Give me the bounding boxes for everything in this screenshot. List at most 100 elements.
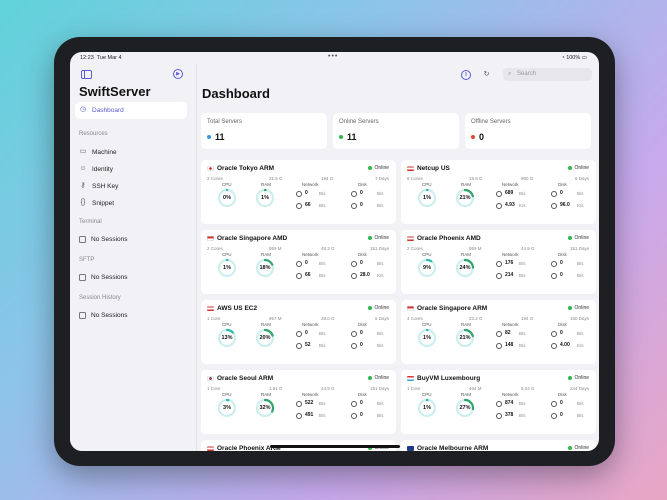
upload-icon: [296, 261, 302, 267]
network-unit: B/s: [319, 190, 326, 196]
flag-us-icon: [407, 236, 414, 241]
stat-value: 11: [207, 132, 225, 142]
cores-value: 1 Core: [207, 386, 221, 391]
ram-label: RAM: [461, 392, 471, 397]
status-badge: Online: [367, 165, 389, 171]
server-name: Oracle Tokyo ARM: [217, 164, 275, 172]
server-card[interactable]: AWS US EC2 Online 1 Core 957 M 28.0 G 6 Days C…: [201, 300, 396, 364]
multitask-dots[interactable]: •••: [328, 53, 338, 60]
cpu-percent: 0%: [223, 195, 231, 201]
disk-io-unit: B/s: [377, 260, 384, 266]
sidebar-item-ssh-key[interactable]: ⚷ SSH Key: [79, 182, 118, 190]
status-text: Online: [374, 165, 389, 171]
home-indicator: [270, 445, 400, 448]
server-card[interactable]: Oracle Singapore AMD Online 2 Cores 959 M 48…: [201, 230, 396, 294]
cores-value: 1 Core: [207, 316, 221, 321]
refresh-icon[interactable]: ↻: [482, 70, 491, 79]
disk-label: Disk: [358, 252, 367, 257]
disk-io-value: 0: [360, 202, 363, 208]
network-upload-value: 0: [305, 190, 308, 196]
status-text: Online: [374, 375, 389, 381]
ram-percent: 18%: [259, 265, 271, 271]
status-badge: Online: [367, 375, 389, 381]
sidebar-toggle-icon[interactable]: [81, 70, 92, 79]
memory-value: 23.4 G: [469, 316, 483, 321]
network-unit: B/s: [519, 190, 526, 196]
cores-value: 2 Cores: [207, 176, 223, 181]
disk-upload-icon: [551, 191, 557, 197]
disk-download-icon: [351, 273, 357, 279]
cores-value: 8 Cores: [407, 176, 423, 181]
sidebar-item-identity[interactable]: ☺ Identity: [79, 165, 113, 173]
disk-size-value: 44.9 G: [521, 246, 535, 251]
sidebar-item-history-sessions[interactable]: No Sessions: [79, 312, 128, 319]
disk-size-value: 960 G: [521, 176, 534, 181]
server-card[interactable]: Oracle Tokyo ARM Online 2 Cores 21.5 G 194 G…: [201, 160, 396, 224]
disk-io-value: 0: [360, 412, 363, 418]
disk-io-unit: K/s: [577, 342, 584, 348]
network-upload-value: 874: [505, 400, 514, 406]
memory-value: 464 M: [469, 386, 482, 391]
ram-percent: 20%: [259, 335, 271, 341]
cpu-percent: 1%: [223, 265, 231, 271]
server-card[interactable]: BuyVM Luxembourg Online 1 Core 464 M 9.24 G 2…: [401, 370, 596, 434]
app-title: SwiftServer: [79, 84, 151, 99]
disk-io-unit: B/s: [577, 412, 584, 418]
sidebar-item-sftp-sessions[interactable]: No Sessions: [79, 274, 128, 281]
uptime-value: 151 Days: [369, 386, 389, 391]
server-card[interactable]: Netcup US Online 8 Cores 15.6 G 960 G 6 Days C…: [401, 160, 596, 224]
cpu-label: CPU: [222, 182, 232, 187]
disk-io-value: 0: [560, 272, 563, 278]
play-circle-icon[interactable]: ▶: [173, 69, 183, 79]
download-icon: [296, 343, 302, 349]
disk-io-value: 0: [360, 260, 363, 266]
disk-size-value: 48.3 G: [321, 246, 335, 251]
server-card[interactable]: Oracle Seoul ARM Online 1 Core 1.91 G 44.9 G…: [201, 370, 396, 434]
status-text: Online: [574, 445, 589, 451]
ram-label: RAM: [461, 252, 471, 257]
memory-value: 959 M: [469, 246, 482, 251]
status-text: Online: [574, 235, 589, 241]
network-label: Network: [302, 252, 319, 257]
pause-icon[interactable]: ǁ: [461, 70, 471, 80]
network-label: Network: [502, 182, 519, 187]
network-upload-value: 522: [305, 400, 314, 406]
upload-icon: [496, 191, 502, 197]
server-card[interactable]: Oracle Melbourne ARMOnline4 Cores194 G5 …: [401, 440, 596, 451]
sidebar-item-machine[interactable]: ▭ Machine: [79, 148, 117, 156]
cpu-label: CPU: [422, 322, 432, 327]
disk-io-value: 0: [360, 330, 363, 336]
network-download-value: 52: [305, 342, 311, 348]
network-label: Network: [302, 322, 319, 327]
disk-io-unit: B/s: [377, 400, 384, 406]
status-badge: Online: [567, 305, 589, 311]
status-text: Online: [574, 165, 589, 171]
upload-icon: [496, 401, 502, 407]
square-icon: [79, 312, 86, 319]
search-input[interactable]: ⌕ Search: [503, 68, 592, 81]
sidebar-item-label: Identity: [92, 165, 113, 173]
disk-label: Disk: [358, 322, 367, 327]
section-terminal: Terminal: [79, 219, 102, 225]
stat-total-servers: Total Servers 11: [201, 113, 327, 149]
disk-io-value: 0: [360, 190, 363, 196]
network-label: Network: [302, 392, 319, 397]
online-dot: [367, 306, 372, 310]
upload-icon: [296, 331, 302, 337]
download-icon: [496, 413, 502, 419]
sidebar-item-terminal-sessions[interactable]: No Sessions: [79, 236, 128, 243]
ram-percent: 24%: [459, 265, 471, 271]
flag-jp-icon: [207, 166, 214, 171]
cpu-label: CPU: [222, 322, 232, 327]
network-label: Network: [502, 252, 519, 257]
memory-value: 1.91 G: [269, 386, 283, 391]
sidebar-item-dashboard[interactable]: ◷ Dashboard: [79, 106, 124, 114]
server-card[interactable]: Oracle Singapore ARM Online 4 Cores 23.4 G 1…: [401, 300, 596, 364]
server-card[interactable]: Oracle Phoenix AMD Online 2 Cores 959 M 44.9…: [401, 230, 596, 294]
sidebar-item-snippet[interactable]: {} Snippet: [79, 199, 114, 207]
status-right: ◔ 100% ▭: [561, 55, 587, 61]
disk-download-icon: [551, 413, 557, 419]
network-unit: B/s: [519, 400, 526, 406]
status-badge: Online: [567, 165, 589, 171]
disk-io-value: 96.0: [560, 202, 570, 208]
